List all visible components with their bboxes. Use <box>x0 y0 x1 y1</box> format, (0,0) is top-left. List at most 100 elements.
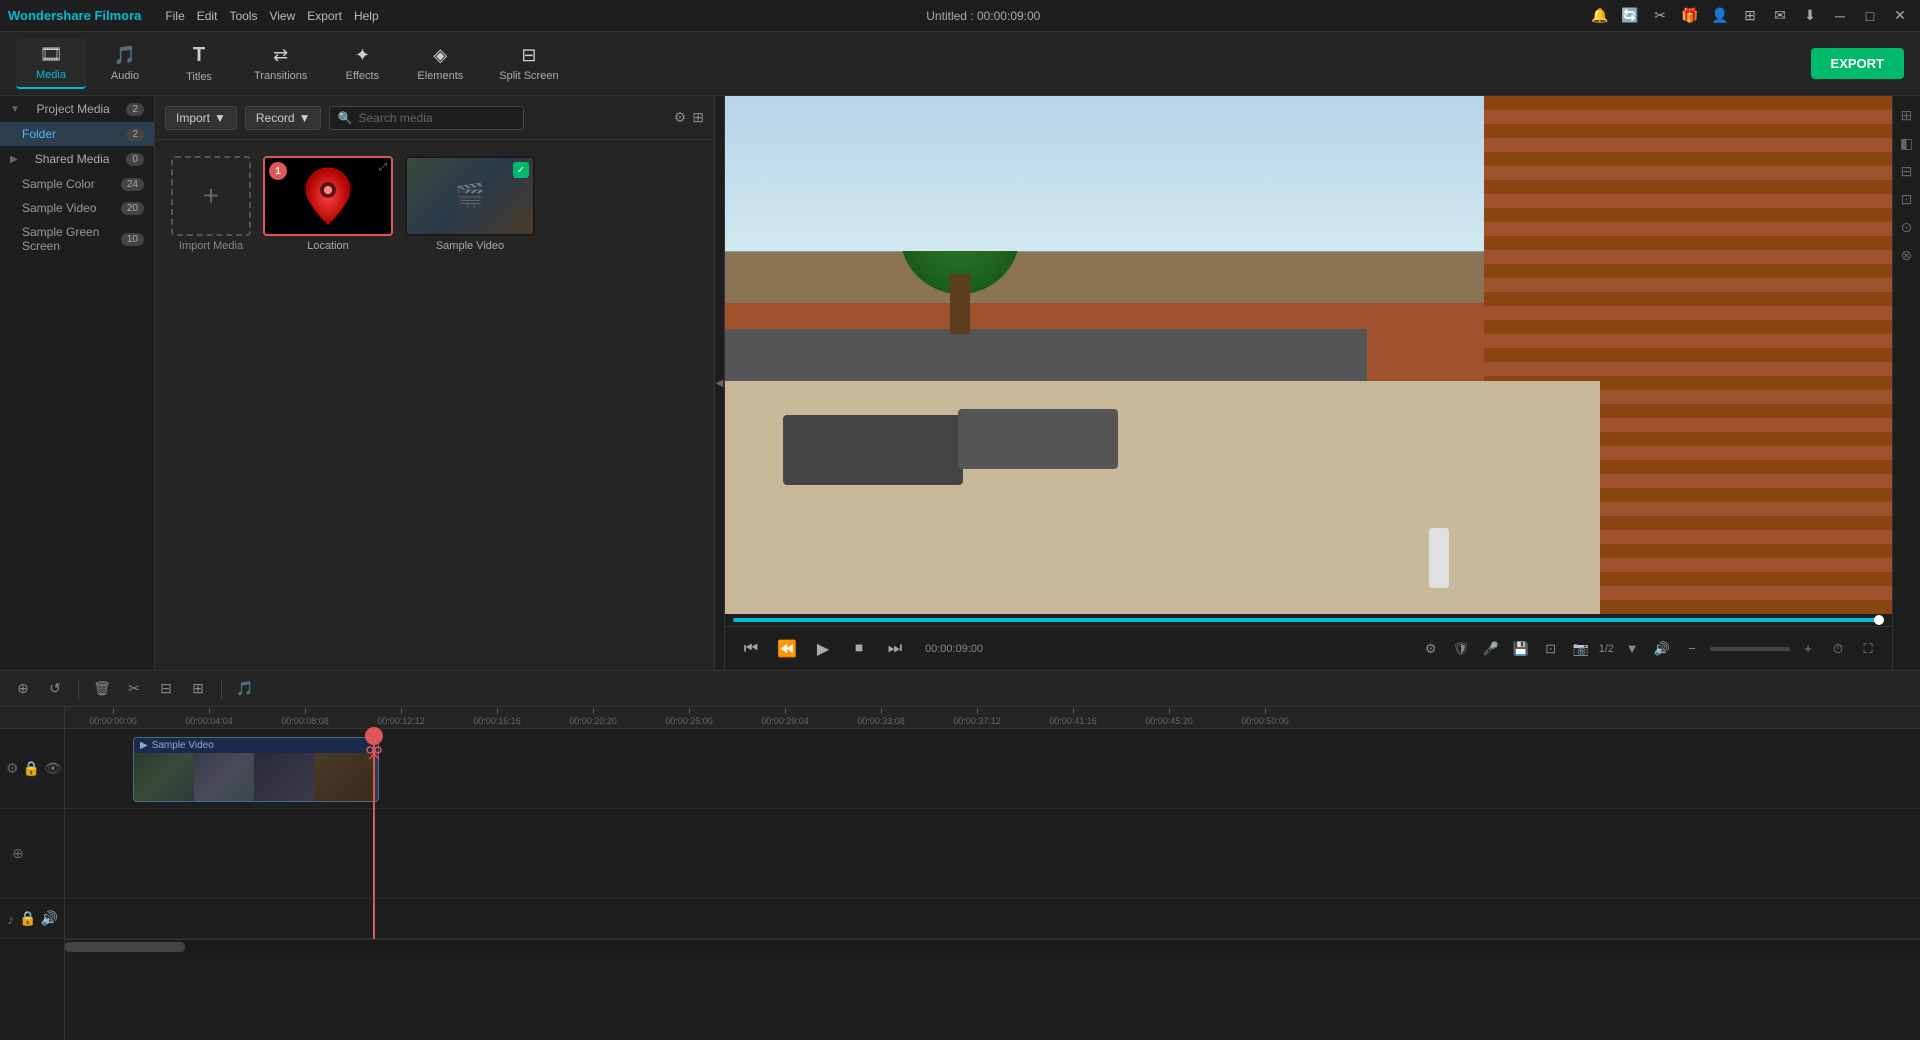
camera-icon[interactable]: 📷 <box>1569 637 1593 661</box>
ruler-mark-5: 00:00:20:20 <box>545 708 641 726</box>
toolbar-elements[interactable]: ◈ Elements <box>401 39 479 88</box>
menu-edit[interactable]: Edit <box>197 9 218 23</box>
progress-bar[interactable] <box>733 618 1884 622</box>
import-media-button[interactable]: + <box>171 156 251 236</box>
zoom-plus-icon[interactable]: + <box>1796 637 1820 661</box>
scissors-icon[interactable]: ✂ <box>1648 4 1672 28</box>
rt-btn-5[interactable]: ⊙ <box>1896 216 1918 238</box>
fullscreen-icon[interactable]: ⛶ <box>1856 637 1880 661</box>
audio-icon[interactable]: ♪ <box>6 907 15 931</box>
menu-export[interactable]: Export <box>307 9 342 23</box>
sky <box>725 96 1484 251</box>
timeline-scrollbar[interactable] <box>65 939 1920 953</box>
stop-btn[interactable]: ⏹ <box>845 635 873 663</box>
tl-split-icon[interactable]: ⊟ <box>153 676 179 702</box>
filter-icon[interactable]: ⚙ <box>674 109 687 126</box>
refresh-icon[interactable]: 🔄 <box>1618 4 1642 28</box>
record-dropdown[interactable]: Record ▼ <box>245 106 322 130</box>
timer-icon[interactable]: ⏱ <box>1826 637 1850 661</box>
shared-media-count: 0 <box>126 153 144 166</box>
tl-refresh-icon[interactable]: ↺ <box>42 676 68 702</box>
toolbar-audio[interactable]: 🎵 Audio <box>90 39 160 88</box>
menu-file[interactable]: File <box>165 9 184 23</box>
rt-btn-2[interactable]: ◧ <box>1896 132 1918 154</box>
gift-icon[interactable]: 🎁 <box>1678 4 1702 28</box>
panel-collapse-handle[interactable]: ◀ <box>715 96 725 670</box>
media-toolbar: Import ▼ Record ▼ 🔍 ⚙ ⊞ <box>155 96 714 140</box>
video-track-settings[interactable]: ⚙ <box>6 757 19 781</box>
download-icon[interactable]: ⬇ <box>1798 4 1822 28</box>
video-track-lock[interactable]: 🔒 <box>23 757 40 781</box>
sidebar-shared-media[interactable]: ▶ Shared Media 0 <box>0 146 154 172</box>
rt-btn-4[interactable]: ⊡ <box>1896 188 1918 210</box>
shield-icon[interactable]: 🛡 <box>1449 637 1473 661</box>
menu-view[interactable]: View <box>269 9 295 23</box>
sidebar-item-sample-green[interactable]: Sample Green Screen 10 <box>0 220 154 258</box>
play-btn[interactable]: ▶ <box>809 635 837 663</box>
audio-vol-icon[interactable]: 🔊 <box>41 907 58 931</box>
tl-add-icon[interactable]: ⊕ <box>10 676 36 702</box>
sidebar-item-sample-color[interactable]: Sample Color 24 <box>0 172 154 196</box>
person-icon[interactable]: 👤 <box>1708 4 1732 28</box>
sample-color-count: 24 <box>121 178 144 191</box>
empty-track-icon[interactable]: ⊕ <box>6 842 30 866</box>
menu-help[interactable]: Help <box>354 9 379 23</box>
tl-cut-icon[interactable]: ✂ <box>121 676 147 702</box>
tl-copy-icon[interactable]: ⊞ <box>185 676 211 702</box>
crop-icon[interactable]: ⊡ <box>1539 637 1563 661</box>
video-track-eye[interactable]: 👁 <box>44 757 62 781</box>
scrollbar-track <box>65 940 1920 953</box>
zoom-minus-icon[interactable]: − <box>1680 637 1704 661</box>
toolbar-transitions[interactable]: ⇄ Transitions <box>238 39 323 88</box>
toolbar-splitscreen[interactable]: ⊟ Split Screen <box>483 39 574 88</box>
bell-icon[interactable]: 🔔 <box>1588 4 1612 28</box>
chevron-down-speed[interactable]: ▼ <box>1620 637 1644 661</box>
tl-audio-icon[interactable]: 🎵 <box>232 676 258 702</box>
audio-track-label: ♪ 🔒 🔊 <box>0 899 64 939</box>
export-button[interactable]: EXPORT <box>1811 48 1904 79</box>
rt-btn-3[interactable]: ⊟ <box>1896 160 1918 182</box>
grid-icon[interactable]: ⊞ <box>1738 4 1762 28</box>
rt-btn-1[interactable]: ⊞ <box>1896 104 1918 126</box>
media-thumb-sample-video[interactable]: 🎬 ✓ Sample Video <box>405 156 535 252</box>
mail-icon[interactable]: ✉ <box>1768 4 1792 28</box>
mic-icon[interactable]: 🎤 <box>1479 637 1503 661</box>
playhead[interactable] <box>373 729 375 939</box>
skip-back-btn[interactable]: ⏮ <box>737 635 765 663</box>
scrollbar-thumb[interactable] <box>65 942 185 952</box>
progress-knob <box>1874 615 1884 625</box>
media-thumb-location[interactable]: 1 <box>263 156 393 252</box>
playhead-scissors <box>365 745 383 766</box>
grid-view-icon[interactable]: ⊞ <box>692 109 704 126</box>
minimize-btn[interactable]: ─ <box>1828 4 1852 28</box>
ruler-line <box>593 708 594 714</box>
save-icon[interactable]: 💾 <box>1509 637 1533 661</box>
media-toolbar-icons: ⚙ ⊞ <box>674 109 704 126</box>
maximize-btn[interactable]: □ <box>1858 4 1882 28</box>
rt-btn-6[interactable]: ⊗ <box>1896 244 1918 266</box>
app-logo: Wondershare Filmora <box>8 8 141 23</box>
search-input[interactable] <box>329 106 524 130</box>
toolbar-titles[interactable]: T Titles <box>164 38 234 89</box>
toolbar-effects[interactable]: ✦ Effects <box>327 39 397 88</box>
sidebar-item-folder[interactable]: Folder 2 <box>0 122 154 146</box>
toolbar-media[interactable]: 🎞 Media <box>16 38 86 89</box>
sidebar-project-media[interactable]: ▼ Project Media 2 <box>0 96 154 122</box>
volume-icon[interactable]: 🔊 <box>1650 637 1674 661</box>
close-btn[interactable]: ✕ <box>1888 4 1912 28</box>
settings-icon[interactable]: ⚙ <box>1419 637 1443 661</box>
skip-forward-btn[interactable]: ⏭ <box>881 635 909 663</box>
left-sidebar: ▼ Project Media 2 Folder 2 ▶ Shared Medi… <box>0 96 155 670</box>
ruler-mark-9: 00:00:37:12 <box>929 708 1025 726</box>
step-back-btn[interactable]: ⏪ <box>773 635 801 663</box>
zoom-slider[interactable] <box>1710 647 1790 651</box>
audio-lock-icon[interactable]: 🔒 <box>19 907 36 931</box>
tl-trash-icon[interactable]: 🗑 <box>89 676 115 702</box>
sidebar-item-sample-video[interactable]: Sample Video 20 <box>0 196 154 220</box>
media-label: Media <box>36 69 66 81</box>
video-clip[interactable]: ▶ Sample Video <box>133 737 379 802</box>
transitions-icon: ⇄ <box>273 45 288 66</box>
audio-label: Audio <box>111 70 139 82</box>
import-dropdown[interactable]: Import ▼ <box>165 106 237 130</box>
menu-tools[interactable]: Tools <box>229 9 257 23</box>
